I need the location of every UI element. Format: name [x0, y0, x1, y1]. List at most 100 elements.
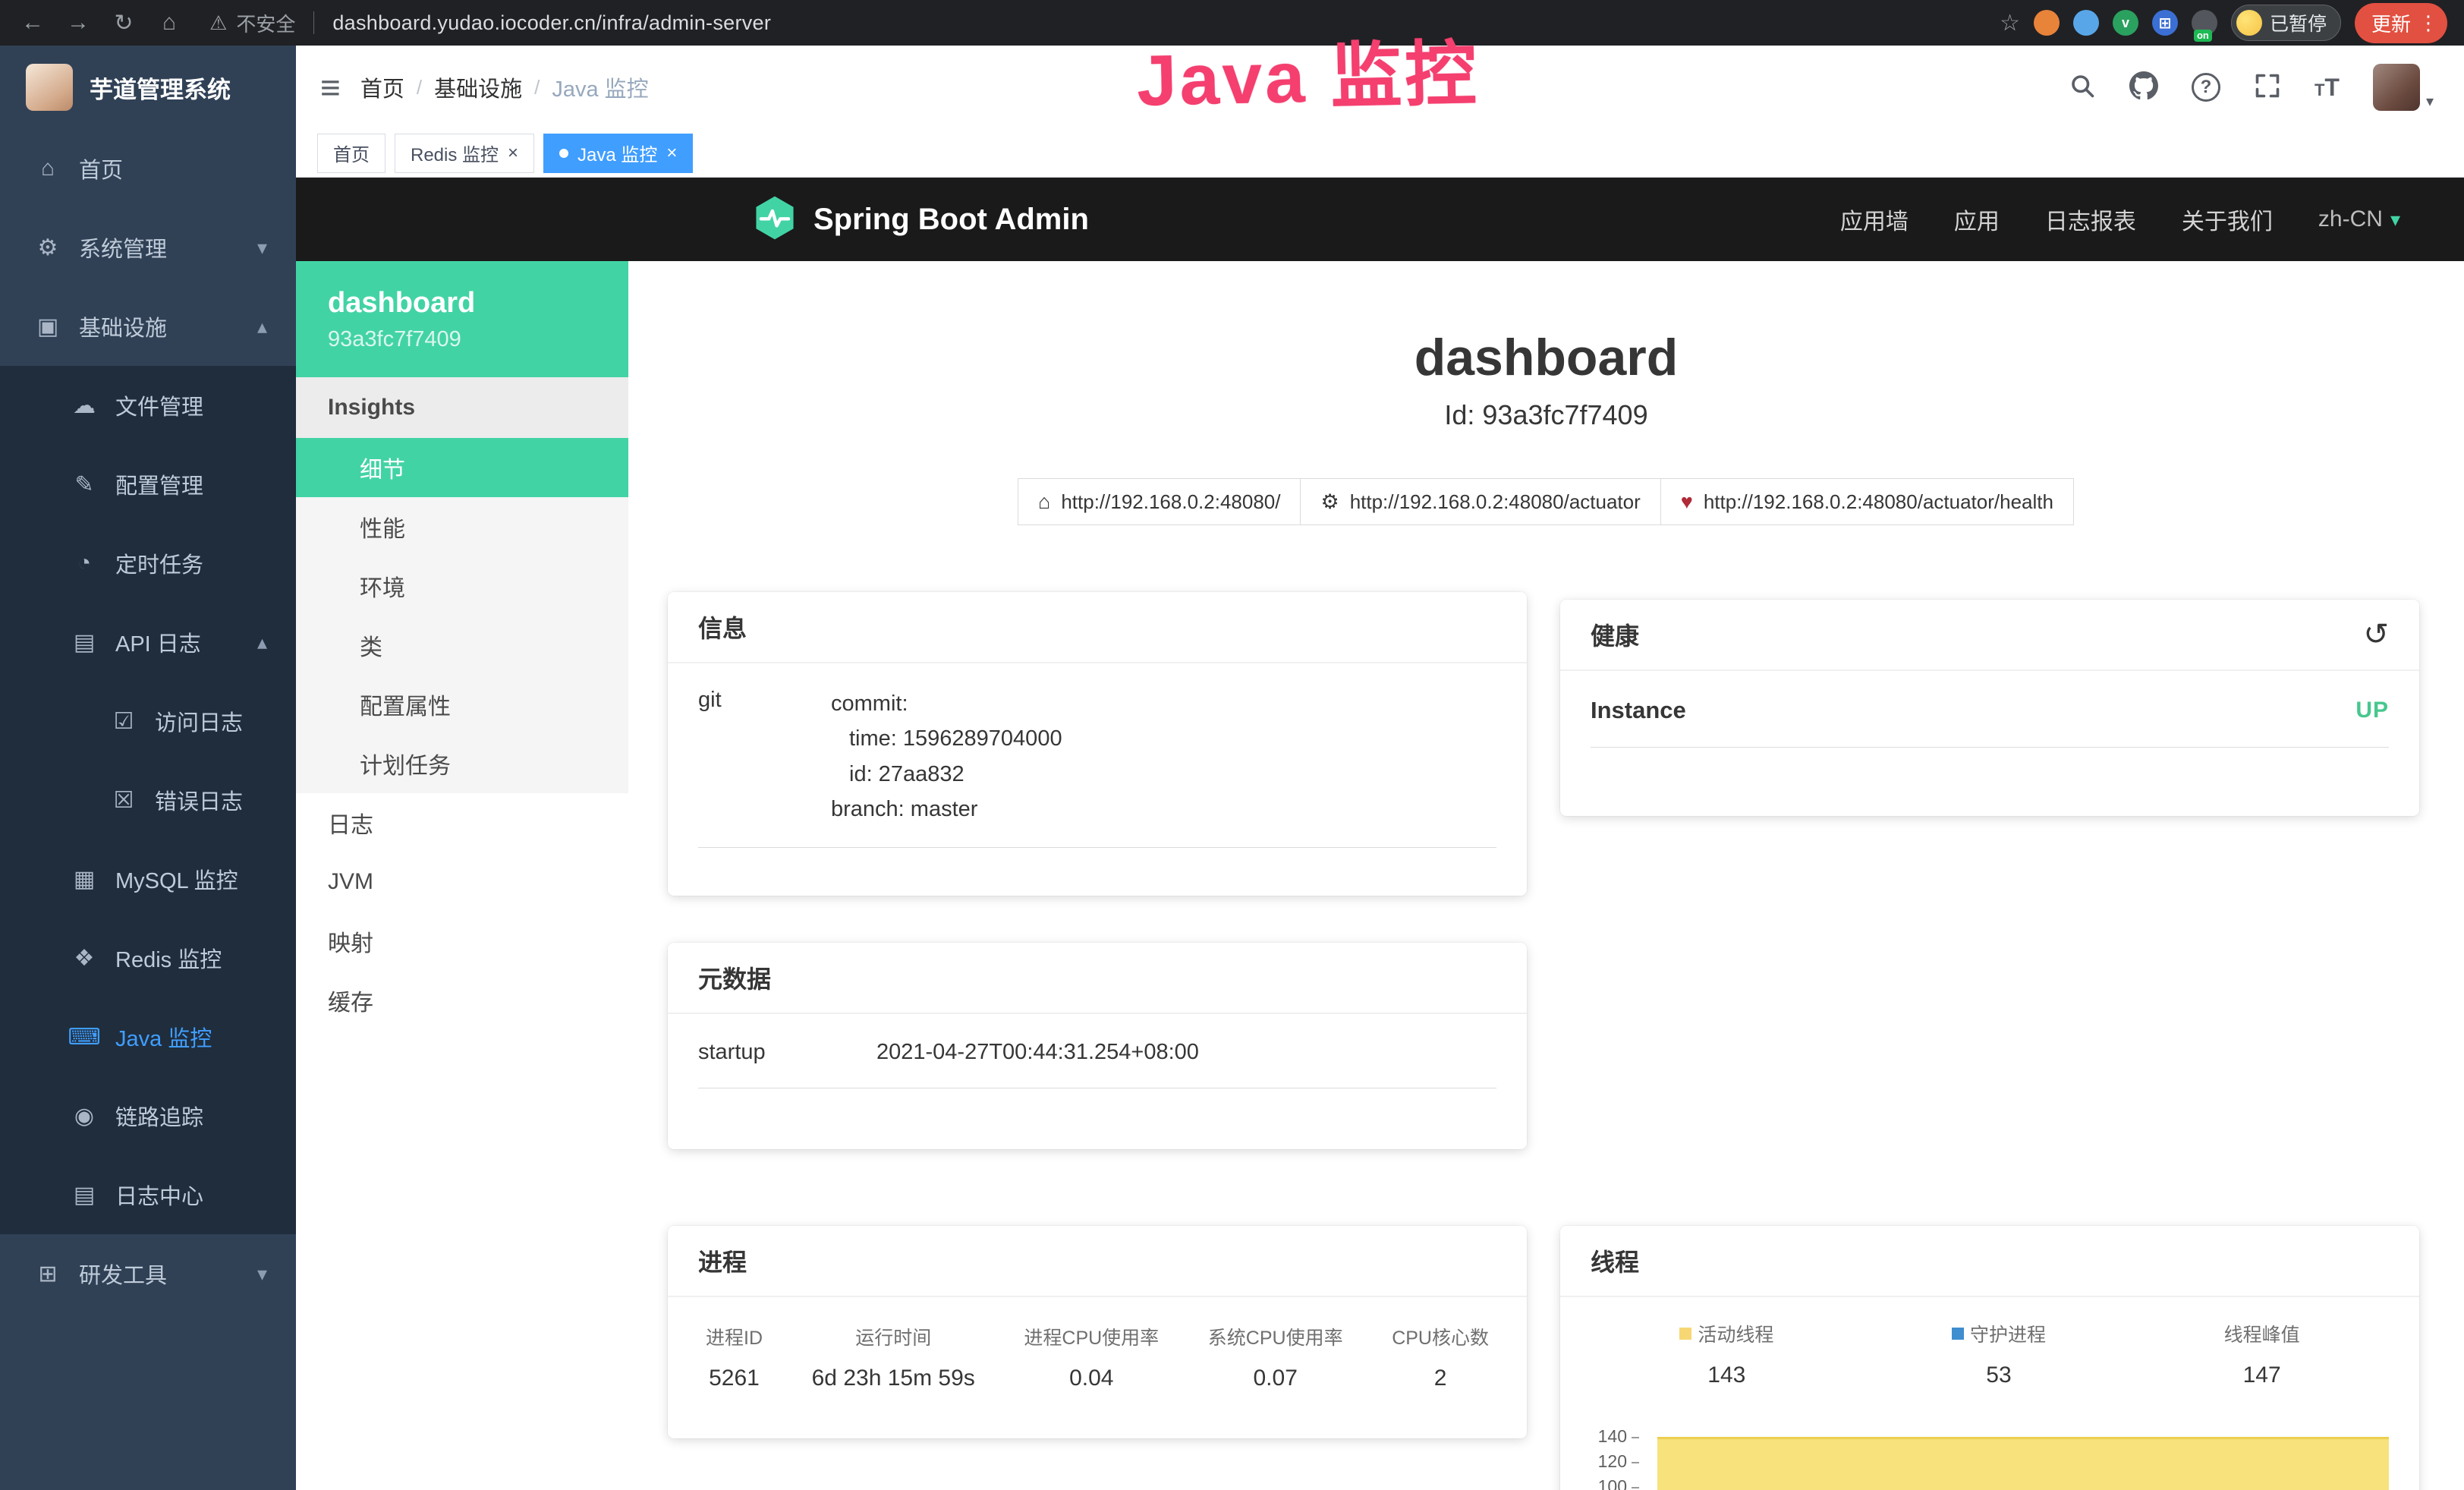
- stat-label: 进程ID: [706, 1323, 763, 1350]
- sidebar-item-tracing[interactable]: ◉ 链路追踪: [0, 1076, 296, 1155]
- sidebar-item-files[interactable]: ☁ 文件管理: [0, 366, 296, 445]
- sba-nav-journal[interactable]: 日志报表: [2045, 203, 2136, 236]
- instance-menu-scheduled-tasks[interactable]: 计划任务: [296, 734, 628, 793]
- sidebar-item-mysql[interactable]: ▦ MySQL 监控: [0, 840, 296, 918]
- process-stat: 进程CPU使用率 0.04: [1024, 1323, 1159, 1391]
- close-icon[interactable]: ×: [666, 143, 677, 164]
- extension-icon-2[interactable]: [2073, 10, 2099, 36]
- instance-menu-mappings[interactable]: 映射: [296, 912, 628, 971]
- browser-forward-icon[interactable]: →: [62, 10, 94, 36]
- browser-back-icon[interactable]: ←: [17, 10, 49, 36]
- breadcrumb-infra[interactable]: 基础设施: [434, 71, 522, 103]
- font-size-icon[interactable]: TT: [2315, 74, 2340, 102]
- close-icon[interactable]: ×: [508, 143, 518, 164]
- y-axis-tick: 140: [1591, 1426, 1639, 1447]
- tab-java-monitor[interactable]: Java 监控 ×: [543, 134, 693, 173]
- instance-detail: dashboard Id: 93a3fc7f7409 ⌂ http://192.…: [628, 261, 2464, 1490]
- hamburger-icon[interactable]: ≡: [296, 67, 360, 108]
- sba-brand[interactable]: Spring Boot Admin: [751, 194, 1089, 245]
- process-stat: 系统CPU使用率 0.07: [1208, 1323, 1343, 1391]
- help-icon[interactable]: ?: [2192, 73, 2220, 102]
- github-icon[interactable]: [2129, 71, 2158, 104]
- history-icon[interactable]: ↺: [2363, 617, 2389, 652]
- profile-paused-badge[interactable]: 已暂停: [2231, 5, 2341, 41]
- sba-nav-wallboard[interactable]: 应用墙: [1840, 203, 1909, 236]
- browser-menu-icon[interactable]: ⋮: [2418, 11, 2438, 35]
- sidebar-item-label: 定时任务: [115, 547, 203, 579]
- sidebar-item-system[interactable]: ⚙ 系统管理 ▾: [0, 208, 296, 287]
- instance-menu-classes[interactable]: 类: [296, 616, 628, 675]
- sidebar-item-log-center[interactable]: ▤ 日志中心: [0, 1155, 296, 1234]
- instance-menu-environment[interactable]: 环境: [296, 556, 628, 616]
- breadcrumb-current: Java 监控: [552, 71, 648, 103]
- sidebar-item-label: 文件管理: [115, 389, 203, 421]
- url-text[interactable]: dashboard.yudao.iocoder.cn/infra/admin-s…: [332, 11, 771, 35]
- home-icon: ⌂: [1038, 490, 1050, 514]
- breadcrumb-separator: /: [417, 76, 422, 99]
- info-git-row: git commit: time: 1596289704000 id: 27aa…: [698, 686, 1496, 848]
- sba-language-select[interactable]: zh-CN ▾: [2318, 206, 2400, 232]
- sidebar-item-label: 访问日志: [155, 705, 243, 737]
- instance-menu-jvm[interactable]: JVM: [296, 852, 628, 912]
- chevron-down-icon: ▾: [257, 236, 267, 260]
- sidebar-section-insights[interactable]: Insights: [296, 377, 628, 438]
- live-threads-area: [1657, 1437, 2389, 1490]
- sidebar-item-devtools[interactable]: ⊞ 研发工具 ▾: [0, 1234, 296, 1313]
- service-url-link[interactable]: ⌂ http://192.168.0.2:48080/: [1018, 478, 1301, 525]
- user-menu[interactable]: ▾: [2373, 64, 2434, 111]
- health-url: http://192.168.0.2:48080/actuator/health: [1704, 490, 2053, 514]
- tab-redis-monitor[interactable]: Redis 监控 ×: [395, 134, 534, 173]
- instance-menu-details[interactable]: 细节: [296, 438, 628, 497]
- extension-icon-4[interactable]: ⊞: [2152, 10, 2178, 36]
- app-logo[interactable]: 芋道管理系统: [0, 46, 296, 129]
- extension-icon-3[interactable]: v: [2113, 10, 2138, 36]
- sidebar-item-infra[interactable]: ▣ 基础设施 ▴: [0, 287, 296, 366]
- sidebar-item-label: 错误日志: [155, 784, 243, 816]
- sidebar-item-java[interactable]: ⌨ Java 监控: [0, 997, 296, 1076]
- search-icon[interactable]: [2069, 72, 2096, 103]
- sidebar-item-access-logs[interactable]: ☑ 访问日志: [0, 682, 296, 761]
- extension-icon-5[interactable]: on: [2192, 10, 2217, 36]
- breadcrumb-home[interactable]: 首页: [360, 71, 404, 103]
- sidebar-item-error-logs[interactable]: ☒ 错误日志: [0, 761, 296, 840]
- browser-update-button[interactable]: 更新 ⋮: [2355, 3, 2447, 43]
- main-column: ≡ 首页 / 基础设施 / Java 监控 ?: [296, 46, 2464, 1490]
- actuator-url-link[interactable]: ⚙ http://192.168.0.2:48080/actuator: [1300, 478, 1660, 525]
- sidebar-item-home[interactable]: ⌂ 首页: [0, 129, 296, 208]
- error-log-icon: ☒: [106, 787, 141, 814]
- sba-navbar: Spring Boot Admin 应用墙 应用 日志报表 关于我们 zh-CN…: [296, 178, 2464, 261]
- health-instance-label: Instance: [1591, 697, 1686, 724]
- sidebar-item-jobs[interactable]: ◔ 定时任务: [0, 524, 296, 603]
- chevron-down-icon: ▾: [2390, 208, 2400, 232]
- instance-menu-logs[interactable]: 日志: [296, 793, 628, 852]
- extension-icon-1[interactable]: [2034, 10, 2060, 36]
- tab-home[interactable]: 首页: [317, 134, 385, 173]
- process-stats: 进程ID 5261 运行时间 6d 23h 15m 59s 进程CPU使用率 0…: [706, 1323, 1489, 1391]
- stat-value: 2: [1434, 1366, 1447, 1391]
- page-subtitle: Id: 93a3fc7f7409: [628, 399, 2464, 431]
- browser-home-icon[interactable]: ⌂: [153, 10, 185, 36]
- info-card: 信息 git commit: time: 1596289704000 id: 2…: [668, 592, 1527, 896]
- sba-nav-applications[interactable]: 应用: [1954, 203, 2000, 236]
- security-chip[interactable]: ⚠ 不安全: [209, 9, 295, 37]
- bookmark-star-icon[interactable]: ☆: [2000, 10, 2020, 36]
- sidebar-item-api-logs[interactable]: ▤ API 日志 ▴: [0, 603, 296, 682]
- health-url-link[interactable]: ♥ http://192.168.0.2:48080/actuator/heal…: [1660, 478, 2074, 525]
- health-instance-row: Instance UP: [1591, 697, 2389, 748]
- sidebar-item-redis[interactable]: ❖ Redis 监控: [0, 918, 296, 997]
- browser-reload-icon[interactable]: ↻: [108, 10, 140, 36]
- instance-menu-caches[interactable]: 缓存: [296, 971, 628, 1030]
- instance-menu-metrics[interactable]: 性能: [296, 497, 628, 556]
- sba-nav-about[interactable]: 关于我们: [2182, 203, 2273, 236]
- threads-stat-peak: 线程峰值 147: [2224, 1320, 2300, 1388]
- instance-menu-config-props[interactable]: 配置属性: [296, 675, 628, 734]
- instance-links: ⌂ http://192.168.0.2:48080/ ⚙ http://192…: [628, 478, 2464, 525]
- tags-view-bar: 首页 Redis 监控 × Java 监控 ×: [296, 129, 2464, 178]
- instance-id: 93a3fc7f7409: [328, 327, 628, 352]
- instance-header[interactable]: dashboard 93a3fc7f7409: [296, 261, 628, 377]
- sidebar-item-config[interactable]: ✎ 配置管理: [0, 445, 296, 524]
- metadata-value: 2021-04-27T00:44:31.254+08:00: [876, 1040, 1199, 1065]
- logo-image: [26, 64, 73, 111]
- breadcrumb-separator: /: [534, 76, 540, 99]
- fullscreen-icon[interactable]: [2254, 72, 2281, 103]
